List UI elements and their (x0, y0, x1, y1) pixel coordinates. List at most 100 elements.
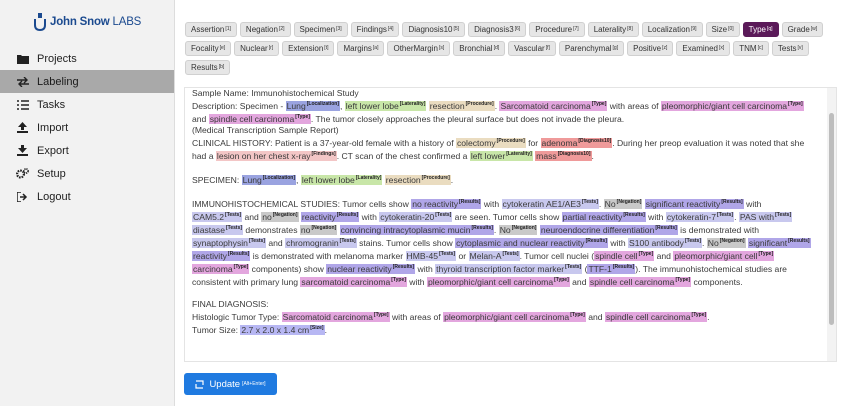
entity-negation[interactable]: no[Negation] (261, 211, 299, 222)
label-chip-name: Findings (356, 25, 387, 34)
entity-tests[interactable]: HMB-45[Tests] (405, 250, 457, 261)
scrollbar-thumb[interactable] (829, 113, 834, 325)
label-chip-diagnosis10[interactable]: Diagnosis10 [5] (402, 22, 466, 37)
entity-laterality[interactable]: left lower lobe[Laterality] (344, 100, 427, 111)
label-chip-size[interactable]: Size [0] (705, 22, 740, 37)
entity-results[interactable]: nuclear reactivity[Results] (326, 263, 416, 274)
entity-tests[interactable]: PAS with[Tests] (738, 211, 793, 222)
entity-laterality[interactable]: left lower lobe[Laterality] (300, 174, 383, 185)
entity-results[interactable]: convincing intracytoplasmic mucin[Result… (339, 224, 494, 235)
label-chip-extension[interactable]: Extension [t] (282, 41, 335, 56)
entity-tests[interactable]: cytokeratin-7[Tests] (665, 211, 735, 222)
entity-type[interactable]: Sarcomatoid carcinoma[Type] (499, 100, 608, 111)
sidebar-item-export[interactable]: Export (0, 139, 174, 162)
annotation-document[interactable]: Sample Name: Immunohistochemical Study De… (184, 87, 837, 362)
sidebar-item-import[interactable]: Import (0, 116, 174, 139)
entity-tests[interactable]: diastase[Tests] (192, 224, 244, 235)
entity-results[interactable]: neuroendocrine differentiation[Results] (539, 224, 678, 235)
entity-procedure[interactable]: resection[Procedure] (428, 100, 495, 111)
entity-results[interactable]: no reactivity[Results] (411, 198, 482, 209)
label-chip-bronchial[interactable]: Bronchial [d] (453, 41, 506, 56)
document-text[interactable]: Sample Name: Immunohistochemical Study De… (192, 88, 825, 336)
entity-size[interactable]: 2.7 x 2.0 x 1.4 cm[Size] (240, 324, 325, 335)
entity-tests[interactable]: synaptophysin[Tests] (192, 237, 266, 248)
entity-results[interactable]: reactivity[Results] (300, 211, 360, 222)
document-scrollbar[interactable] (827, 88, 836, 361)
entity-results[interactable]: significant[Results] (747, 237, 811, 248)
document-line: and spindle cell carcinoma[Type]. The tu… (192, 112, 825, 125)
plain-text: with (359, 211, 380, 222)
entity-tests[interactable]: thyroid transcription factor marker[Test… (435, 263, 583, 274)
entity-results[interactable]: significant reactivity[Results] (644, 198, 744, 209)
entity-type[interactable]: pleomorphic/giant cell carcinoma[Type] (443, 311, 586, 322)
entity-diagnosis10[interactable]: mass[Diagnosis10] (535, 150, 592, 161)
entity-tests[interactable]: cytokeratin AE1/AE3[Tests] (501, 198, 599, 209)
label-chip-examined[interactable]: Examined [x] (676, 41, 731, 56)
sidebar-item-logout[interactable]: Logout (0, 185, 174, 208)
label-chip-type[interactable]: Type [q] (742, 22, 779, 37)
label-chip-results[interactable]: Results [b] (185, 60, 231, 75)
label-chip-hotkey: [2] (278, 25, 285, 32)
entity-results[interactable]: partial reactivity[Results] (561, 211, 646, 222)
logout-icon (16, 191, 29, 203)
plain-text: with areas of (607, 100, 661, 111)
entity-type[interactable]: sarcomatoid carcinoma[Type] (300, 276, 407, 287)
entity-label: [Localization] (306, 101, 339, 108)
entity-tests[interactable]: CAM5.2[Tests] (192, 211, 243, 222)
label-chip-diagnosis3[interactable]: Diagnosis3 [6] (468, 22, 527, 37)
label-chip-othermargin[interactable]: OtherMargin [s] (387, 41, 451, 56)
entity-tests[interactable]: S100 antibody[Tests] (628, 237, 703, 248)
entity-negation[interactable]: No[Negation] (706, 237, 746, 248)
entity-procedure[interactable]: colectomy[Procedure] (455, 137, 526, 148)
entity-type[interactable]: spindle cell carcinoma[Type] (604, 311, 708, 322)
label-chip-negation[interactable]: Negation [2] (239, 22, 291, 37)
entity-tests[interactable]: chromogranin[Tests] (285, 237, 357, 248)
entity-negation[interactable]: no[Negation] (299, 224, 338, 235)
label-chip-procedure[interactable]: Procedure [7] (529, 22, 585, 37)
entity-type[interactable]: spindle cell carcinoma[Type] (588, 276, 692, 287)
entity-diagnosis10[interactable]: adenoma[Diagnosis10] (540, 137, 613, 148)
label-chip-laterality[interactable]: Laterality [8] (587, 22, 639, 37)
label-chip-assertion[interactable]: Assertion [1] (185, 22, 237, 37)
label-chip-nuclear[interactable]: Nuclear [r] (234, 41, 280, 56)
label-chip-findings[interactable]: Findings [4] (350, 22, 400, 37)
label-chip-focality[interactable]: Focality [e] (185, 41, 232, 56)
entity-procedure[interactable]: resection[Procedure] (384, 174, 451, 185)
entity-results[interactable]: TTF-1[Results] (587, 263, 636, 274)
entity-localization[interactable]: Lung[Localization] (241, 174, 297, 185)
entity-negation[interactable]: No[Negation] (498, 224, 538, 235)
entity-type[interactable]: spindle cell carcinoma[Type] (208, 113, 311, 124)
sidebar-item-tasks[interactable]: Tasks (0, 93, 174, 116)
label-chip-positive[interactable]: Positive [z] (627, 41, 674, 56)
label-chip-margins[interactable]: Margins [a] (337, 41, 385, 56)
entity-text: reactivity (193, 250, 227, 261)
entity-type[interactable]: spindle cell[Type] (594, 250, 655, 261)
brand-logo[interactable]: John Snow LABS (33, 12, 141, 32)
label-chip-vascular[interactable]: Vascular [f] (508, 41, 556, 56)
label-chip-tests[interactable]: Tests [v] (771, 41, 809, 56)
label-chip-grade[interactable]: Grade [w] (781, 22, 824, 37)
entity-findings[interactable]: lesion on her chest x-ray[Findings] (215, 150, 337, 161)
entity-type[interactable]: pleomorphic/giant cell carcinoma[Type] (660, 100, 804, 111)
update-button[interactable]: Update [Alt+Enter] (184, 373, 277, 395)
label-chip-specimen[interactable]: Specimen [3] (293, 22, 348, 37)
sidebar-item-labeling[interactable]: Labeling (0, 70, 174, 93)
sidebar-item-setup[interactable]: Setup (0, 162, 174, 185)
entity-tests[interactable]: cytokeratin-20[Tests] (379, 211, 453, 222)
entity-type[interactable]: carcinoma[Type] (192, 263, 250, 274)
entity-localization[interactable]: Lung[Localization] (285, 100, 340, 111)
label-chip-tnm[interactable]: TNM [c] (733, 41, 769, 56)
entity-results[interactable]: cytoplasmic and nuclear reactivity[Resul… (455, 237, 608, 248)
entity-laterality[interactable]: left lower[Laterality] (469, 150, 533, 161)
entity-results[interactable]: reactivity[Results] (192, 250, 251, 261)
entity-type[interactable]: Sarcomatoid carcinoma[Type] (281, 311, 390, 322)
entity-tests[interactable]: Melan-A[Tests] (468, 250, 520, 261)
label-chip-localization[interactable]: Localization [9] (641, 22, 703, 37)
logo-suffix: LABS (112, 16, 142, 28)
label-chip-name: Grade (787, 25, 810, 34)
entity-type[interactable]: pleomorphic/giant cell[Type] (673, 250, 775, 261)
entity-negation[interactable]: No[Negation] (603, 198, 643, 209)
label-chip-parenchymal[interactable]: Parenchymal [g] (558, 41, 625, 56)
sidebar-item-projects[interactable]: Projects (0, 47, 174, 70)
entity-type[interactable]: pleomorphic/giant cell carcinoma[Type] (426, 276, 570, 287)
